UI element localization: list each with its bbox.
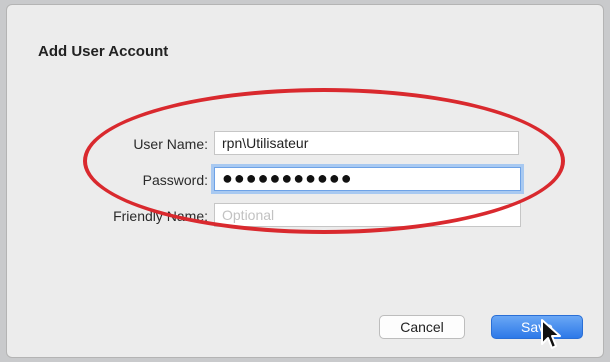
password-mask: ●●●●●●●●●●● (222, 168, 353, 188)
add-user-account-dialog: Add User Account User Name: rpn\Utilisat… (6, 4, 604, 358)
username-field[interactable]: rpn\Utilisateur (214, 131, 519, 155)
arrow-pointer-icon (541, 319, 561, 349)
password-field[interactable]: ●●●●●●●●●●● (214, 167, 521, 191)
friendly-name-field[interactable]: Optional (214, 203, 521, 227)
username-label: User Name: (133, 136, 208, 152)
friendly-name-label: Friendly Name: (113, 208, 208, 224)
dialog-title: Add User Account (38, 43, 169, 60)
save-button[interactable]: Save (491, 315, 583, 339)
password-label: Password: (142, 172, 208, 188)
cancel-button[interactable]: Cancel (379, 315, 465, 339)
